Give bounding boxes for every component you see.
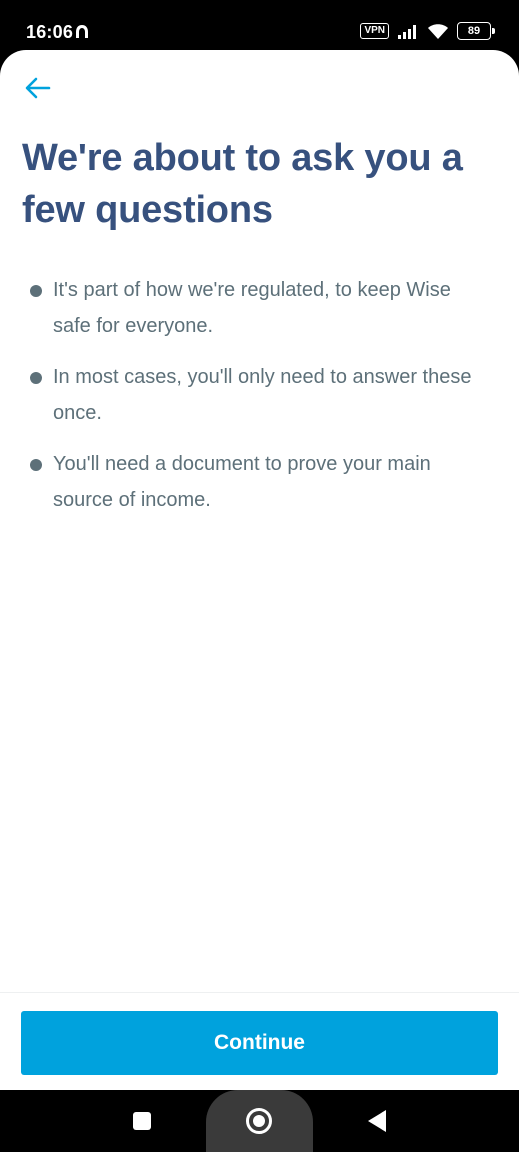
footer: Continue <box>0 992 519 1090</box>
battery-level: 89 <box>467 25 481 37</box>
back-button[interactable] <box>22 72 54 104</box>
notification-icon <box>76 25 88 38</box>
nav-back-triangle-icon[interactable] <box>368 1110 386 1132</box>
bullet-dot-icon <box>30 372 42 384</box>
recents-square-icon[interactable] <box>133 1112 151 1130</box>
list-item-text: It's part of how we're regulated, to kee… <box>53 279 451 337</box>
info-list: It's part of how we're regulated, to kee… <box>28 272 488 533</box>
vpn-badge: VPN <box>360 23 389 39</box>
wifi-icon <box>428 23 448 39</box>
list-item-text: You'll need a document to prove your mai… <box>53 453 431 511</box>
bullet-dot-icon <box>30 285 42 297</box>
status-icons: VPN 89 <box>360 20 495 42</box>
list-item-text: In most cases, you'll only need to answe… <box>53 366 472 424</box>
signal-icon <box>398 25 416 39</box>
home-circle-icon <box>246 1108 272 1134</box>
continue-button[interactable]: Continue <box>21 1011 498 1075</box>
bullet-dot-icon <box>30 459 42 471</box>
page-title: We're about to ask you a few questions <box>22 137 463 231</box>
arrow-left-icon <box>25 77 51 99</box>
status-time: 16:06 <box>26 22 74 42</box>
home-button[interactable] <box>206 1090 313 1152</box>
status-bar: 16:06 VPN 89 <box>0 0 519 50</box>
battery-icon: 89 <box>457 22 495 40</box>
main-screen: We're about to ask you a few questions I… <box>0 50 519 1090</box>
navigation-bar <box>0 1090 519 1152</box>
list-item: It's part of how we're regulated, to kee… <box>28 272 488 344</box>
list-item: You'll need a document to prove your mai… <box>28 446 488 518</box>
list-item: In most cases, you'll only need to answe… <box>28 359 488 431</box>
